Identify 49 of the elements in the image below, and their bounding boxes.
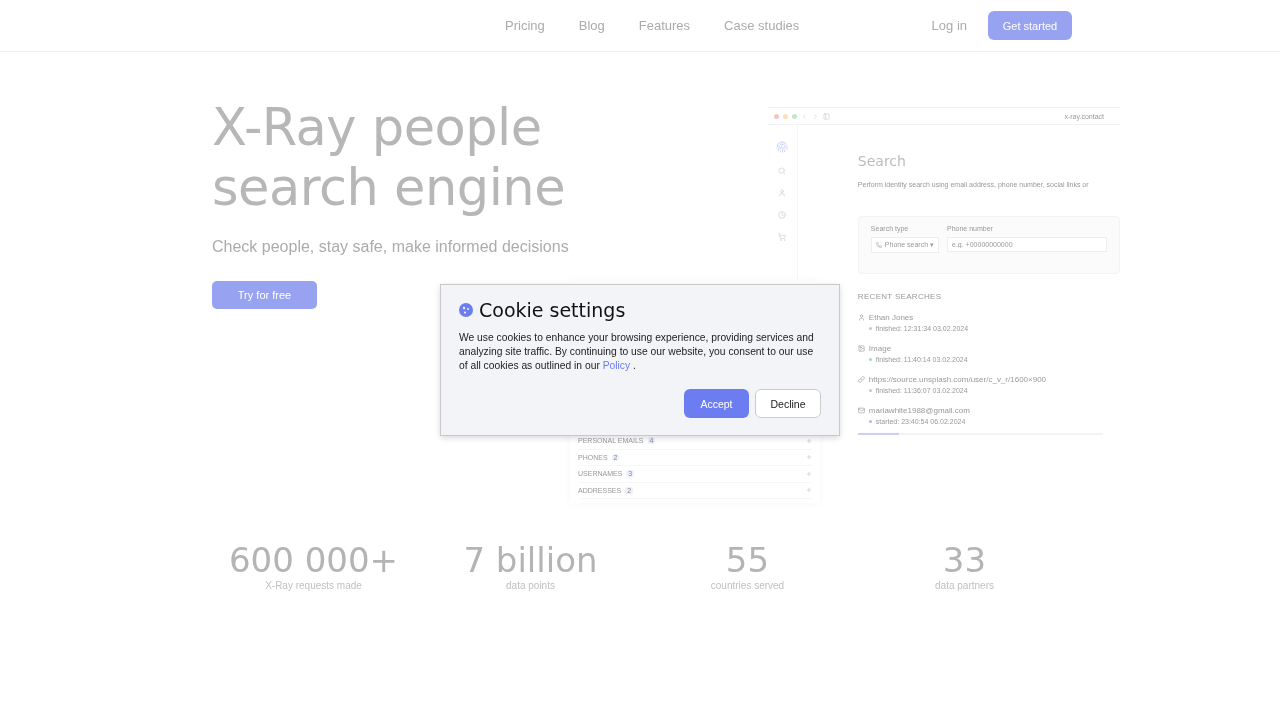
- stat-value: 600 000+: [228, 540, 399, 580]
- recent-searches-heading: RECENT SEARCHES: [857, 292, 943, 301]
- cookie-icon: [459, 303, 473, 317]
- hero-title: X-Ray people search engine: [212, 98, 567, 218]
- clock-icon: [778, 211, 787, 219]
- phone-icon: [875, 242, 882, 248]
- search-type-icon: [857, 345, 865, 352]
- recent-search-name[interactable]: Image: [868, 344, 892, 353]
- policy-link[interactable]: Policy: [602, 360, 631, 371]
- get-started-button[interactable]: Get started: [988, 11, 1072, 40]
- close-dot-icon: [774, 113, 779, 119]
- cart-icon: [778, 233, 787, 241]
- nav-link[interactable]: Features: [638, 18, 691, 33]
- stat-label: countries served: [710, 580, 785, 591]
- try-button[interactable]: Try for free: [212, 281, 317, 309]
- recent-search-name[interactable]: https://source.unsplash.com/user/c_v_r/1600×900: [868, 375, 1047, 384]
- search-type-icon: [857, 376, 865, 383]
- nav-link[interactable]: Pricing: [505, 18, 545, 33]
- stat-value: 7 billion: [463, 540, 598, 580]
- maximize-dot-icon: [792, 113, 797, 119]
- back-icon: [801, 112, 808, 120]
- search-icon: [778, 167, 787, 175]
- plus-icon[interactable]: [806, 454, 812, 461]
- logo-icon: [776, 141, 789, 153]
- hero-subtitle: Check people, stay safe, make informed decisions: [212, 238, 570, 256]
- search-type-icon: [857, 407, 865, 414]
- sidebar-icon: [823, 112, 830, 120]
- stat-value: 33: [942, 540, 987, 580]
- stat-value: 55: [725, 540, 770, 580]
- cookie-text: We use cookies to enhance your browsing experience, providing services and analyzing site traffic. By continuing to use our website, you consent to our use of all cookies as outlined in our Policy .: [459, 331, 815, 373]
- decline-button[interactable]: Decline: [755, 389, 821, 418]
- search-heading: Search: [857, 153, 907, 169]
- dialog-title: Cookie settings: [479, 299, 626, 321]
- plus-icon[interactable]: [806, 487, 812, 494]
- nav-link[interactable]: Case studies: [724, 18, 800, 33]
- plus-icon[interactable]: [806, 437, 812, 444]
- stat-label: data partners: [935, 580, 994, 591]
- stat-label: X-Ray requests made: [265, 580, 362, 591]
- plus-icon[interactable]: [806, 470, 812, 477]
- forward-icon: [812, 112, 819, 120]
- nav-link[interactable]: Blog: [578, 18, 605, 33]
- person-icon: [778, 189, 787, 197]
- accept-button[interactable]: Accept: [684, 389, 749, 418]
- login-link[interactable]: Log in: [931, 18, 967, 33]
- stat-label: data points: [506, 580, 555, 591]
- recent-search-name[interactable]: Ethan Jones: [868, 313, 914, 322]
- recent-search-name[interactable]: mariawhite1988@gmail.com: [868, 406, 970, 415]
- minimize-dot-icon: [783, 113, 788, 119]
- search-type-icon: [857, 314, 865, 321]
